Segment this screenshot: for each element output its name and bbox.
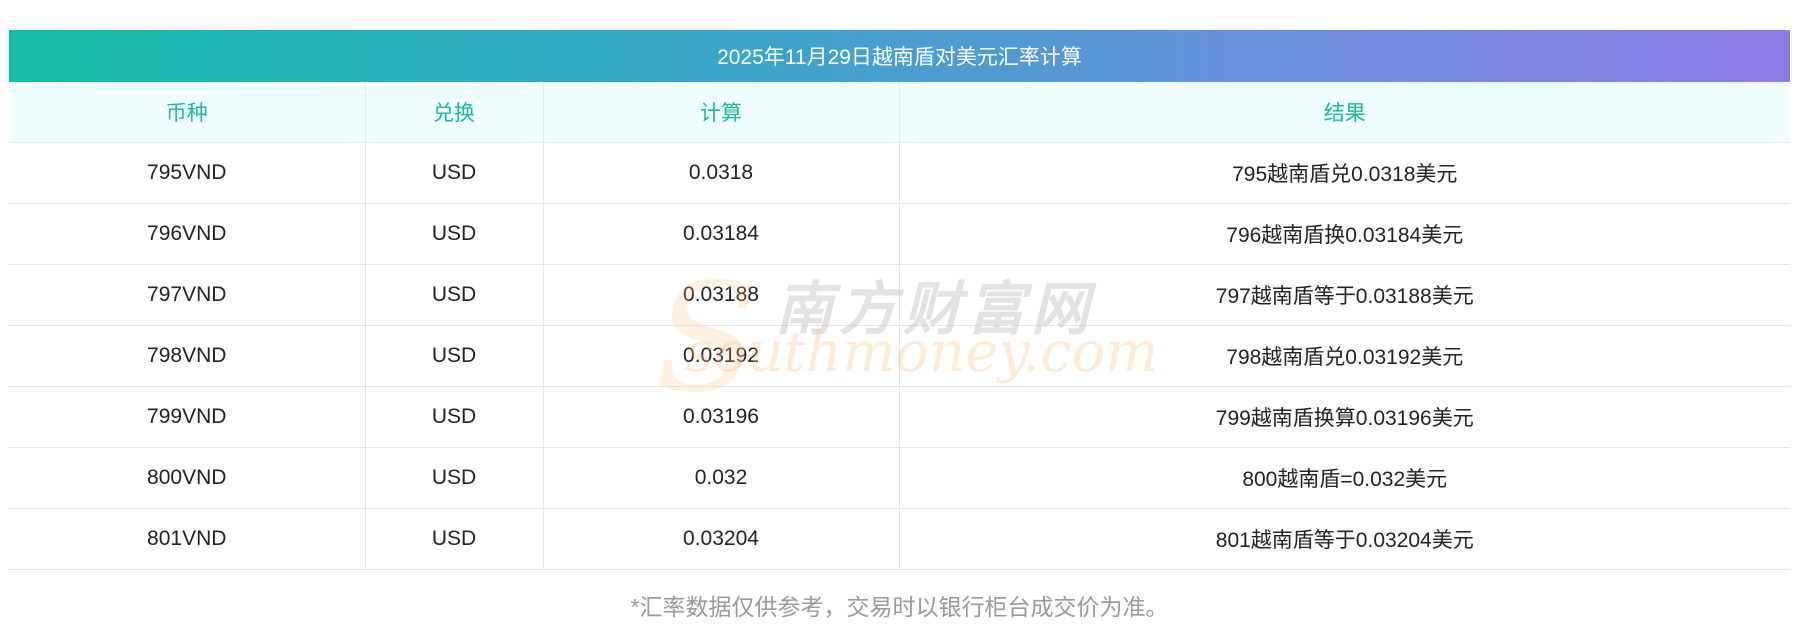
table-row: 799VND USD 0.03196 799越南盾换算0.03196美元 [9, 386, 1790, 448]
rate-table: 币种 兑换 计算 结果 795VND USD 0.0318 795越南盾兑0.0… [9, 82, 1790, 570]
cell-calculation: 0.03188 [543, 264, 900, 326]
cell-exchange: USD [365, 203, 544, 265]
cell-calculation: 0.03196 [543, 386, 900, 448]
table-row: 796VND USD 0.03184 796越南盾换0.03184美元 [9, 203, 1790, 265]
cell-result: 800越南盾=0.032美元 [899, 447, 1790, 509]
cell-currency: 798VND [9, 325, 366, 387]
cell-calculation: 0.03184 [543, 203, 900, 265]
cell-exchange: USD [365, 264, 544, 326]
cell-calculation: 0.032 [543, 447, 900, 509]
cell-exchange: USD [365, 508, 544, 570]
cell-result: 796越南盾换0.03184美元 [899, 203, 1790, 265]
cell-result: 795越南盾兑0.0318美元 [899, 142, 1790, 204]
cell-exchange: USD [365, 142, 544, 204]
rate-table-container: 2025年11月29日越南盾对美元汇率计算 币种 兑换 计算 结果 795VND… [9, 30, 1790, 622]
cell-calculation: 0.03204 [543, 508, 900, 570]
table-row: 795VND USD 0.0318 795越南盾兑0.0318美元 [9, 142, 1790, 204]
table-row: 800VND USD 0.032 800越南盾=0.032美元 [9, 447, 1790, 509]
cell-currency: 797VND [9, 264, 366, 326]
table-header-row: 币种 兑换 计算 结果 [9, 82, 1790, 143]
cell-result: 801越南盾等于0.03204美元 [899, 508, 1790, 570]
table-title: 2025年11月29日越南盾对美元汇率计算 [9, 30, 1790, 82]
table-row: 798VND USD 0.03192 798越南盾兑0.03192美元 [9, 325, 1790, 387]
cell-exchange: USD [365, 325, 544, 387]
table-row: 801VND USD 0.03204 801越南盾等于0.03204美元 [9, 508, 1790, 570]
cell-exchange: USD [365, 386, 544, 448]
cell-exchange: USD [365, 447, 544, 509]
disclaimer-note: *汇率数据仅供参考，交易时以银行柜台成交价为准。 [630, 593, 1169, 620]
cell-currency: 800VND [9, 447, 366, 509]
header-calculation: 计算 [543, 82, 900, 143]
cell-currency: 799VND [9, 386, 366, 448]
cell-currency: 801VND [9, 508, 366, 570]
cell-calculation: 0.0318 [543, 142, 900, 204]
header-currency: 币种 [9, 82, 366, 143]
table-row: 797VND USD 0.03188 797越南盾等于0.03188美元 [9, 264, 1790, 326]
cell-result: 797越南盾等于0.03188美元 [899, 264, 1790, 326]
cell-result: 799越南盾换算0.03196美元 [899, 386, 1790, 448]
cell-result: 798越南盾兑0.03192美元 [899, 325, 1790, 387]
cell-currency: 796VND [9, 203, 366, 265]
header-exchange: 兑换 [365, 82, 544, 143]
cell-calculation: 0.03192 [543, 325, 900, 387]
cell-currency: 795VND [9, 142, 366, 204]
header-result: 结果 [899, 82, 1790, 143]
